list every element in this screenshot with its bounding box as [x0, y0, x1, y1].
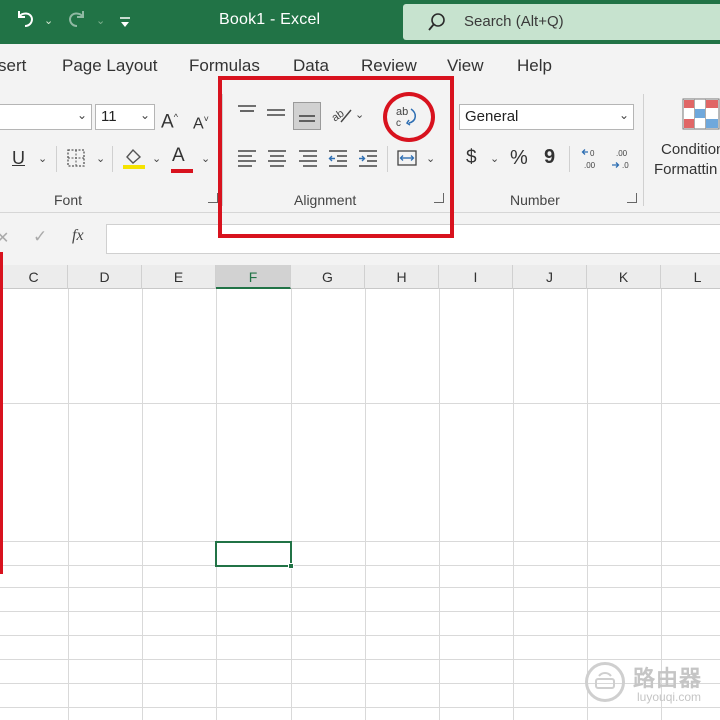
- font-name-combo[interactable]: ⌄: [0, 104, 92, 130]
- gridline: [513, 289, 514, 720]
- svg-text:0: 0: [590, 149, 595, 158]
- active-cell[interactable]: [215, 541, 294, 569]
- group-label-font: Font: [54, 192, 83, 208]
- worksheet-grid[interactable]: C D E F G H I J K L: [0, 265, 720, 720]
- number-dialog-launcher-icon[interactable]: [627, 193, 637, 203]
- gridline: [0, 611, 720, 612]
- percent-button[interactable]: %: [510, 147, 528, 169]
- gridline: [365, 289, 366, 720]
- tab-insert[interactable]: sert: [0, 56, 26, 76]
- column-header[interactable]: E: [142, 265, 216, 289]
- gridline: [142, 289, 143, 720]
- search-box[interactable]: Search (Alt+Q): [403, 4, 720, 40]
- column-header[interactable]: C: [0, 265, 68, 289]
- column-header[interactable]: H: [365, 265, 439, 289]
- decrease-decimal-icon[interactable]: .00.0: [610, 146, 634, 177]
- chevron-down-icon: ⌄: [139, 108, 150, 122]
- number-format-value: General: [465, 108, 519, 125]
- column-header[interactable]: D: [68, 265, 142, 289]
- comma-style-button[interactable]: 9: [544, 146, 555, 168]
- chevron-down-icon[interactable]: ⌄: [38, 152, 47, 165]
- watermark-en: luyouqi.com: [637, 690, 702, 704]
- column-highlight-line: [0, 252, 3, 574]
- search-label: Search (Alt+Q): [464, 13, 564, 30]
- tab-page-layout[interactable]: Page Layout: [62, 56, 157, 76]
- chevron-down-icon: ⌄: [76, 108, 87, 122]
- gridline: [68, 289, 69, 720]
- increase-font-button[interactable]: A^: [161, 106, 178, 133]
- divider: [56, 146, 57, 172]
- currency-button[interactable]: $: [466, 147, 477, 169]
- gridline: [587, 289, 588, 720]
- divider: [643, 94, 644, 206]
- wrap-text-highlight-circle: [383, 92, 435, 142]
- group-label-number: Number: [510, 192, 560, 208]
- enter-entry-icon[interactable]: ✓: [33, 227, 47, 247]
- fill-handle[interactable]: [288, 563, 294, 569]
- title-bar: ⌄ ⌄ Book1 - Excel Search (Alt+Q): [0, 0, 720, 44]
- gridline: [0, 587, 720, 588]
- column-header[interactable]: L: [661, 265, 720, 289]
- conditional-formatting-icon[interactable]: [682, 98, 720, 135]
- gridline: [216, 289, 217, 720]
- conditional-formatting-button[interactable]: Condition Formattin: [654, 140, 720, 180]
- redo-icon[interactable]: [66, 7, 88, 35]
- font-color-button[interactable]: A: [171, 145, 193, 173]
- fill-color-icon[interactable]: [122, 146, 146, 175]
- font-size-combo[interactable]: 11 ⌄: [95, 104, 155, 130]
- divider: [112, 146, 113, 172]
- column-header[interactable]: I: [439, 265, 513, 289]
- tab-formulas[interactable]: Formulas: [189, 56, 260, 76]
- watermark: 路由器 luyouqi.com: [585, 658, 715, 708]
- cancel-entry-icon[interactable]: ✕: [0, 228, 9, 248]
- svg-text:.00: .00: [616, 149, 628, 158]
- tab-help[interactable]: Help: [517, 56, 552, 76]
- increase-decimal-icon[interactable]: 0.00: [580, 146, 604, 177]
- number-format-combo[interactable]: General ⌄: [459, 104, 634, 130]
- divider: [569, 146, 570, 172]
- chevron-down-icon[interactable]: ⌄: [96, 152, 105, 165]
- insert-function-button[interactable]: fx: [72, 227, 84, 245]
- underline-button[interactable]: U: [12, 147, 25, 169]
- column-header[interactable]: G: [291, 265, 365, 289]
- chevron-down-icon[interactable]: ⌄: [490, 152, 499, 165]
- tab-view[interactable]: View: [447, 56, 484, 76]
- customize-quick-access-icon[interactable]: [118, 10, 132, 36]
- window-title: Book1 - Excel: [219, 11, 321, 28]
- chevron-down-icon[interactable]: ⌄: [201, 152, 210, 165]
- gridline: [0, 635, 720, 636]
- tab-review[interactable]: Review: [361, 56, 417, 76]
- font-color-swatch: [171, 169, 193, 173]
- gridline: [0, 541, 720, 542]
- chevron-down-icon: ⌄: [618, 108, 629, 122]
- router-logo-icon: [585, 662, 625, 702]
- gridline: [0, 403, 720, 404]
- decrease-font-button[interactable]: A˅: [193, 108, 209, 135]
- svg-text:.00: .00: [584, 161, 596, 170]
- gridline: [0, 565, 720, 566]
- column-header[interactable]: J: [513, 265, 587, 289]
- font-dialog-launcher-icon[interactable]: [208, 193, 218, 203]
- column-header[interactable]: K: [587, 265, 661, 289]
- svg-text:.0: .0: [622, 161, 629, 170]
- borders-icon[interactable]: [66, 148, 86, 173]
- gridline: [439, 289, 440, 720]
- search-icon: [427, 12, 447, 32]
- column-header-row: C D E F G H I J K L: [0, 265, 720, 289]
- watermark-cn: 路由器: [633, 666, 703, 691]
- tab-data[interactable]: Data: [293, 56, 329, 76]
- chevron-down-icon[interactable]: ⌄: [152, 152, 161, 165]
- gridline: [291, 289, 292, 720]
- undo-icon[interactable]: [14, 7, 36, 35]
- undo-dropdown-icon[interactable]: ⌄: [44, 14, 53, 27]
- redo-dropdown-icon[interactable]: ⌄: [96, 14, 105, 27]
- gridline: [661, 289, 662, 720]
- column-header-active[interactable]: F: [216, 265, 291, 289]
- font-size-value: 11: [101, 108, 117, 125]
